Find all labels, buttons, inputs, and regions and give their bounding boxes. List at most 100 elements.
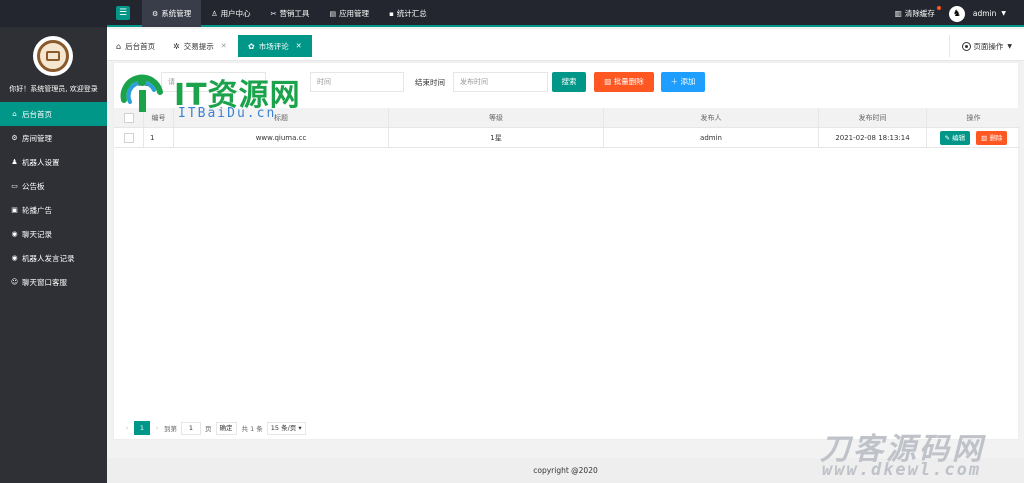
image-icon: ▣ (11, 206, 18, 214)
delete-label: 删除 (989, 133, 1003, 142)
col-publisher: 发布人 (604, 108, 819, 127)
sidebar-item-rooms[interactable]: ⚙ 房间管理 (0, 126, 107, 150)
tab-market-comments[interactable]: ✿ 市场评论 ✕ (238, 35, 312, 57)
goto-label: 到第 (164, 425, 177, 433)
app-icon: ▤ (329, 10, 337, 18)
pencil-icon: ✎ (944, 133, 953, 142)
edit-button[interactable]: ✎ 编辑 (939, 130, 971, 145)
batch-delete-label: 批量删除 (613, 77, 644, 86)
page-tabs: ⌂ 后台首页 ✲ 交易提示 ✕ ✿ 市场评论 ✕ 页面操作 ▼ (107, 29, 1024, 61)
sidebar-item-carousel[interactable]: ▣ 轮播广告 (0, 198, 107, 222)
sidebar-item-label: 聊天窗口客服 (22, 277, 67, 287)
top-tab-system[interactable]: ⚙ 系统管理 (142, 0, 202, 27)
tab-label: 后台首页 (125, 41, 156, 51)
batch-delete-button[interactable]: ▥ 批量删除 (594, 72, 654, 92)
end-time-input[interactable]: 发布时间 (453, 72, 548, 92)
cell-id: 1 (144, 128, 174, 147)
row-checkbox[interactable] (123, 132, 134, 143)
target-icon (962, 41, 972, 51)
sidebar-item-label: 聊天记录 (22, 229, 52, 239)
chat-icon: ◉ (11, 230, 18, 238)
cell-actions: ✎ 编辑 ▥ 删除 (927, 128, 1020, 147)
user-avatar[interactable]: ♞ (948, 5, 965, 22)
row-checkbox-cell (114, 128, 144, 147)
sidebar-item-board[interactable]: ▭ 公告板 (0, 174, 107, 198)
cell-publisher: admin (604, 128, 819, 147)
tab-label: 交易提示 (183, 41, 214, 51)
chevron-down-icon[interactable]: ▼ (1001, 10, 1006, 17)
sidebar-item-label: 后台首页 (22, 109, 52, 119)
col-actions: 操作 (966, 113, 981, 122)
trash-icon: ▥ (604, 77, 614, 86)
menu-toggle-icon[interactable]: ☰ (116, 6, 130, 20)
sidebar-item-robot-log[interactable]: ◉ 机器人发言记录 (0, 246, 107, 270)
top-tab-label: 应用管理 (339, 9, 370, 18)
service-icon: ☺ (10, 278, 19, 286)
top-tab-label: 系统管理 (161, 9, 192, 18)
home-icon: ⌂ (116, 41, 122, 51)
close-icon[interactable]: ✕ (296, 42, 302, 50)
goto-confirm-button[interactable]: 确定 (215, 421, 237, 435)
gear-icon: ⚙ (152, 10, 159, 18)
prev-page-icon[interactable]: ‹ (120, 424, 134, 432)
sidebar-item-label: 轮播广告 (22, 205, 52, 215)
top-tab-users[interactable]: ♙ 用户中心 (201, 0, 260, 27)
table-row: 1 www.qiuma.cc 1星 admin 2021-02-08 18:13… (114, 128, 1020, 148)
market-icon: ✿ (248, 41, 255, 51)
sidebar-item-service[interactable]: ☺ 聊天窗口客服 (0, 270, 107, 294)
tab-trade-tips[interactable]: ✲ 交易提示 ✕ (173, 35, 227, 57)
next-page-icon[interactable]: › (150, 424, 164, 432)
per-page-value: 15 条/页 (270, 423, 297, 432)
sidebar-item-label: 公告板 (22, 181, 45, 191)
settings-icon: ⚙ (11, 134, 18, 142)
robot-icon: ◉ (11, 254, 18, 262)
end-time-label: 结束时间 (415, 78, 445, 87)
sidebar-item-label: 机器人设置 (22, 157, 60, 167)
plus-icon: ＋ (670, 77, 681, 86)
watermark-it-resource: IT资源网 ITBaiDu.cn (116, 62, 336, 124)
close-icon[interactable]: ✕ (221, 42, 227, 50)
tab-label: 市场评论 (258, 41, 289, 51)
avatar (33, 36, 73, 76)
cell-level: 1星 (389, 128, 604, 147)
delete-button[interactable]: ▥ 删除 (976, 130, 1008, 145)
goto-page-input[interactable]: 1 (181, 421, 201, 435)
pagination: ‹ 1 › 到第 1 页 确定 共 1 条 15 条/页 ▾ (120, 417, 306, 439)
sidebar-item-label: 房间管理 (22, 133, 52, 143)
cell-title: www.qiuma.cc (174, 128, 389, 147)
sidebar-item-home[interactable]: ⌂ 后台首页 (0, 102, 107, 126)
stats-icon: ▪ (389, 10, 394, 18)
page-ops-label: 页面操作 (973, 41, 1004, 51)
top-tab-stats[interactable]: ▪ 统计汇总 (379, 0, 437, 27)
watermark-dk-url: www.dkewl.com (822, 460, 982, 480)
current-page[interactable]: 1 (134, 421, 150, 435)
clear-cache-button[interactable]: ▥ 清除缓存 (894, 6, 941, 19)
cell-time: 2021-02-08 18:13:14 (819, 128, 927, 147)
add-button[interactable]: ＋ 添加 (661, 72, 705, 92)
topbar: ☰ ⚙ 系统管理 ♙ 用户中心 ✂ 营销工具 ▤ 应用管理 ▪ 统计汇总 ▥ 清除缓存 ♞ … (107, 0, 1024, 27)
top-right: ▥ 清除缓存 ♞ admin ▼ (895, 0, 1006, 27)
page-operations-button[interactable]: 页面操作 ▼ (949, 35, 1024, 57)
edit-label: 编辑 (952, 133, 966, 142)
sidebar-item-label: 机器人发言记录 (22, 253, 75, 263)
col-level: 等级 (389, 108, 604, 127)
top-tab-apps[interactable]: ▤ 应用管理 (319, 0, 379, 27)
tab-home[interactable]: ⌂ 后台首页 (116, 35, 155, 57)
sidebar-item-chat-log[interactable]: ◉ 聊天记录 (0, 222, 107, 246)
clear-cache-label: 清除缓存 (904, 9, 935, 18)
top-tab-label: 用户中心 (220, 9, 251, 18)
top-tab-marketing[interactable]: ✂ 营销工具 (261, 0, 320, 27)
notification-dot (936, 6, 941, 10)
home-icon: ⌂ (12, 110, 17, 118)
sidebar-item-robot[interactable]: ♟ 机器人设置 (0, 150, 107, 174)
sidebar: 你好！系统管理员, 欢迎登录 ⌂ 后台首页 ⚙ 房间管理 ♟ 机器人设置 ▭ 公告板 ▣… (0, 0, 107, 483)
chevron-down-icon: ▼ (1007, 42, 1012, 50)
username[interactable]: admin (973, 9, 997, 18)
sidebar-header (0, 0, 107, 27)
search-button[interactable]: 搜索 (552, 72, 586, 92)
trash-icon: ▥ (894, 9, 902, 18)
user-icon: ♙ (211, 10, 218, 18)
welcome-text: 你好！系统管理员, 欢迎登录 (9, 85, 98, 93)
per-page-select[interactable]: 15 条/页 ▾ (266, 421, 306, 435)
top-tab-label: 营销工具 (279, 9, 310, 18)
